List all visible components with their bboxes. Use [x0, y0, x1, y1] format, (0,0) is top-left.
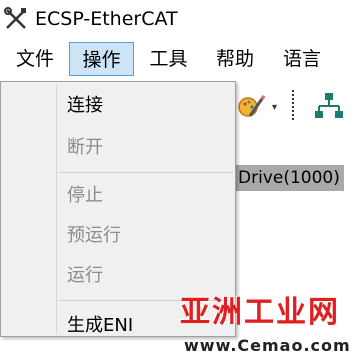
menu-item-generate-eni[interactable]: 生成ENI — [67, 314, 133, 338]
toolbar-dropdown-arrow-icon[interactable]: ▾ — [272, 102, 277, 113]
window-title: ECSP-EtherCAT — [35, 8, 178, 30]
menu-language[interactable]: 语言 — [272, 42, 332, 76]
network-tree-icon[interactable] — [314, 91, 344, 121]
menu-operations[interactable]: 操作 — [69, 42, 134, 76]
watermark-title: 亚洲工业网 — [180, 295, 340, 330]
menu-item-disconnect[interactable]: 断开 — [67, 136, 103, 160]
menu-item-stop[interactable]: 停止 — [67, 184, 103, 208]
menu-item-connect[interactable]: 连接 — [67, 94, 103, 118]
drive-node-label[interactable]: Drive(1000) — [236, 165, 344, 191]
title-bar: ECSP-EtherCAT — [0, 0, 362, 38]
menu-item-run[interactable]: 运行 — [67, 264, 103, 288]
watermark: 亚洲工业网 www.Cemao.com — [172, 296, 360, 362]
edit-pencil-icon[interactable] — [236, 90, 266, 120]
menu-bar: 文件 操作 工具 帮助 语言 — [0, 38, 362, 82]
wrench-screwdriver-icon — [4, 7, 26, 29]
menu-separator — [59, 172, 233, 173]
toolbar-separator — [292, 90, 294, 120]
menu-icon-gutter — [56, 84, 57, 334]
menu-tools[interactable]: 工具 — [140, 42, 197, 76]
watermark-url: www.Cemao.com — [184, 336, 351, 355]
menu-item-pre-run[interactable]: 预运行 — [67, 224, 121, 248]
menu-file[interactable]: 文件 — [7, 42, 63, 76]
toolbar: ▾ — [234, 86, 362, 126]
menu-help[interactable]: 帮助 — [205, 42, 265, 76]
